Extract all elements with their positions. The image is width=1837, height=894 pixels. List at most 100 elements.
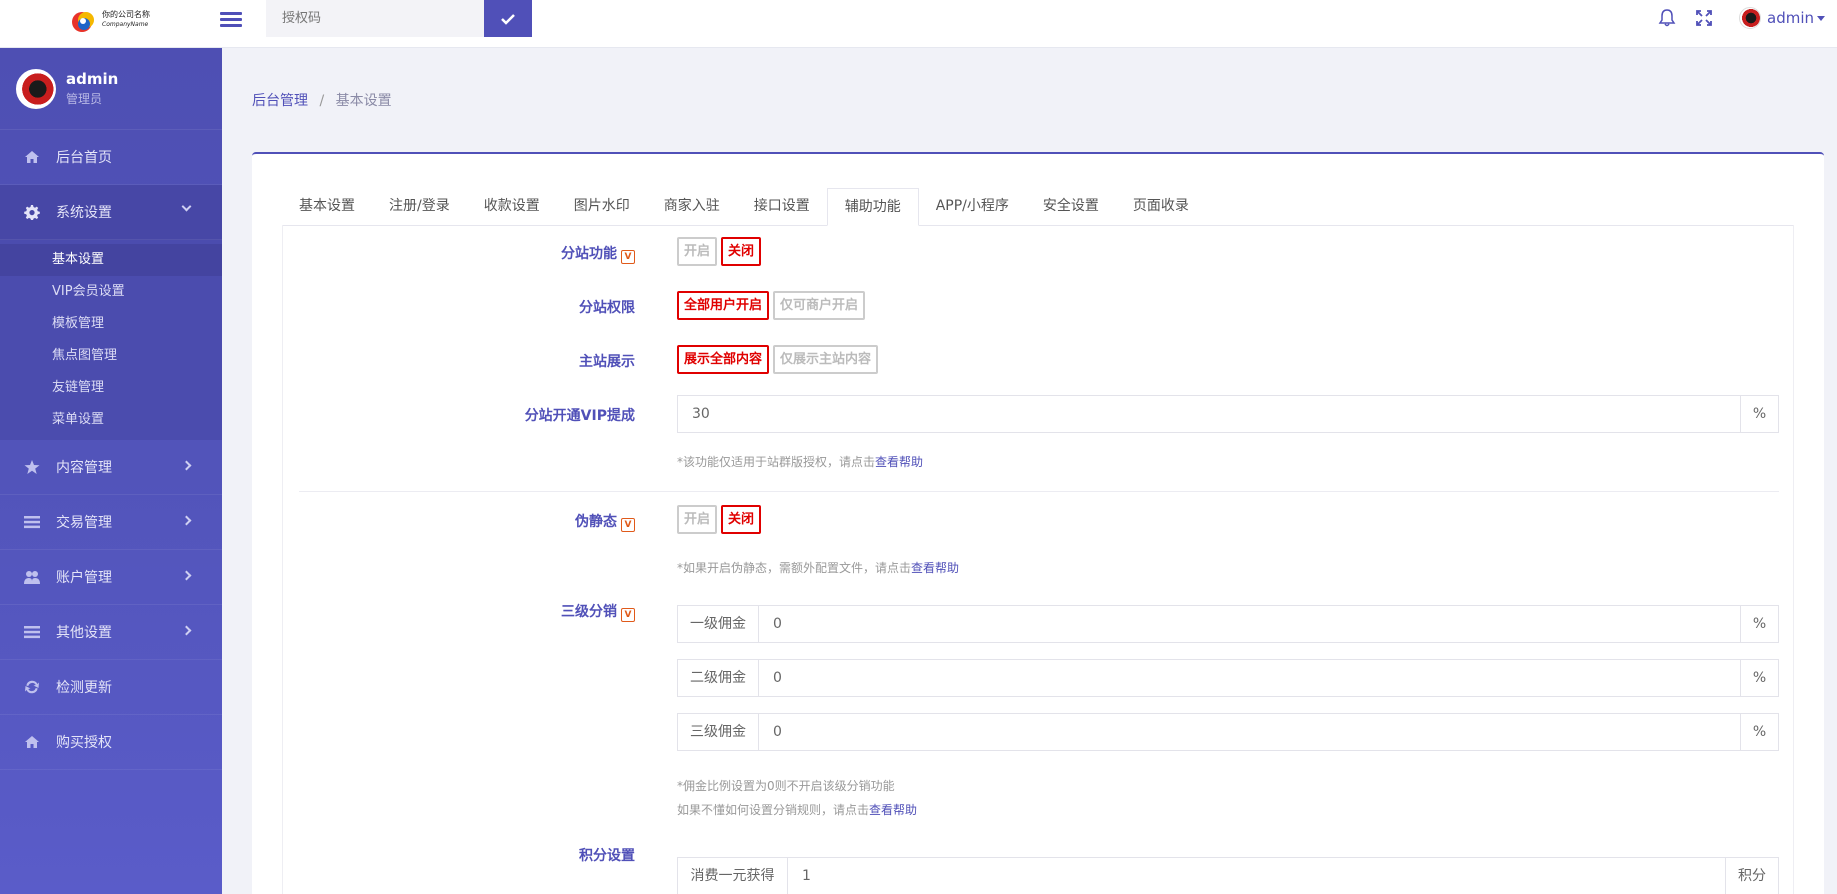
vip-commission-input[interactable]	[678, 396, 1740, 432]
help-link[interactable]: 查看帮助	[869, 803, 917, 817]
auth-code-input[interactable]	[266, 0, 484, 37]
help-text: 如果不懂如何设置分销规则，请点击	[677, 803, 870, 817]
sub-permission-toggle: 全部用户开启 仅可商户开启	[677, 291, 866, 320]
level2-commission-input[interactable]	[759, 660, 1740, 696]
pseudo-static-off-option[interactable]: 关闭	[721, 505, 762, 534]
show-main-only-option[interactable]: 仅展示主站内容	[773, 345, 879, 374]
tab-auxiliary[interactable]: 辅助功能	[826, 188, 919, 226]
star-icon	[24, 460, 40, 474]
points-input[interactable]	[788, 858, 1725, 894]
tab-security[interactable]: 安全设置	[1026, 188, 1116, 226]
list-icon	[24, 516, 40, 529]
gear-icon	[24, 205, 40, 220]
tab-watermark[interactable]: 图片水印	[557, 188, 647, 226]
sidebar-item-buy-license[interactable]: 购买授权	[0, 715, 222, 770]
submenu-item-friend-links[interactable]: 友链管理	[0, 372, 222, 404]
divider	[299, 491, 1779, 492]
sidebar-item-other-settings[interactable]: 其他设置	[0, 605, 222, 660]
sidebar-item-label: 检测更新	[56, 680, 112, 696]
help-link[interactable]: 查看帮助	[875, 455, 923, 469]
substation-toggle: 开启 关闭	[677, 237, 762, 266]
auxiliary-panel: 分站功能 V 开启 关闭 分站权限 全部用户开启 仅可商户开启 主站展示 展示全部…	[282, 225, 1794, 894]
help-text: *如果开启伪静态，需额外配置文件，请点击	[677, 561, 912, 575]
breadcrumb-current: 基本设置	[335, 93, 392, 109]
fullscreen-icon[interactable]	[1695, 9, 1713, 27]
refresh-icon	[25, 680, 39, 694]
distribution-label-text: 三级分销	[561, 604, 617, 620]
sidebar-item-system-settings[interactable]: 系统设置	[0, 185, 222, 240]
sidebar-user-name: admin	[66, 70, 119, 88]
help-text: *该功能仅适用于站群版授权，请点击	[677, 455, 876, 469]
pseudo-static-help: *如果开启伪静态，需额外配置文件，请点击查看帮助	[677, 559, 959, 576]
tab-app[interactable]: APP/小程序	[919, 188, 1026, 226]
sub-permission-label: 分站权限	[579, 300, 635, 316]
level3-commission-field: 三级佣金 %	[677, 713, 1779, 751]
chevron-right-icon	[181, 460, 192, 471]
show-all-content-option[interactable]: 展示全部内容	[677, 345, 770, 374]
level2-commission-field: 二级佣金 %	[677, 659, 1779, 697]
company-logo[interactable]: 你的公司名称 CompanyName	[70, 4, 160, 36]
settings-tabs: 基本设置 注册/登录 收款设置 图片水印 商家入驻 接口设置 辅助功能 APP/…	[282, 188, 1794, 226]
vip-badge-icon: V	[621, 250, 635, 264]
avatar	[1739, 7, 1761, 29]
percent-suffix: %	[1740, 396, 1778, 432]
sidebar-item-label: 交易管理	[56, 515, 112, 531]
logo-icon	[72, 12, 94, 32]
pseudo-static-toggle: 开启 关闭	[677, 505, 762, 534]
substation-off-option[interactable]: 关闭	[721, 237, 762, 266]
system-settings-submenu: 基本设置 VIP会员设置 模板管理 焦点图管理 友链管理 菜单设置	[0, 240, 222, 440]
chevron-right-icon	[181, 515, 192, 526]
logo-line1: 你的公司名称	[102, 10, 150, 19]
help-link[interactable]: 查看帮助	[911, 561, 959, 575]
submenu-item-template[interactable]: 模板管理	[0, 308, 222, 340]
all-users-option[interactable]: 全部用户开启	[677, 291, 770, 320]
main-display-label: 主站展示	[579, 354, 635, 370]
percent-suffix: %	[1740, 660, 1778, 696]
sidebar-item-label: 后台首页	[56, 150, 112, 166]
bell-icon[interactable]	[1657, 8, 1677, 28]
merchants-only-option[interactable]: 仅可商户开启	[773, 291, 866, 320]
sidebar-item-label: 购买授权	[56, 735, 112, 751]
points-field: 消费一元获得 积分	[677, 857, 1779, 894]
sidebar-item-content[interactable]: 内容管理	[0, 440, 222, 495]
tab-api[interactable]: 接口设置	[737, 188, 827, 226]
sidebar: admin 管理员 后台首页 系统设置 基本设置 VIP会员设置 模板管理 焦点…	[0, 48, 222, 894]
auth-submit-button[interactable]	[484, 0, 532, 37]
level3-commission-input[interactable]	[759, 714, 1740, 750]
chevron-right-icon	[181, 625, 192, 636]
level3-commission-prefix: 三级佣金	[678, 714, 759, 750]
chevron-down-icon	[1817, 15, 1825, 21]
sidebar-item-label: 内容管理	[56, 460, 112, 476]
sidebar-item-home[interactable]: 后台首页	[0, 130, 222, 185]
level2-commission-prefix: 二级佣金	[678, 660, 759, 696]
sidebar-item-trade[interactable]: 交易管理	[0, 495, 222, 550]
pseudo-static-label: 伪静态 V	[283, 511, 635, 532]
pseudo-static-on-option[interactable]: 开启	[677, 505, 718, 534]
menu-toggle-icon[interactable]	[220, 9, 242, 29]
avatar	[16, 68, 56, 109]
home-icon	[25, 151, 39, 163]
logo-line2: CompanyName	[102, 21, 149, 28]
sidebar-item-label: 系统设置	[56, 205, 112, 221]
chevron-right-icon	[181, 570, 192, 581]
tab-basic[interactable]: 基本设置	[282, 188, 372, 226]
tab-merchant[interactable]: 商家入驻	[647, 188, 737, 226]
users-icon	[24, 571, 40, 584]
sidebar-item-check-update[interactable]: 检测更新	[0, 660, 222, 715]
vip-commission-field: %	[677, 395, 1779, 433]
substation-on-option[interactable]: 开启	[677, 237, 718, 266]
level1-commission-input[interactable]	[759, 606, 1740, 642]
sidebar-item-account[interactable]: 账户管理	[0, 550, 222, 605]
submenu-item-menu[interactable]: 菜单设置	[0, 404, 222, 436]
user-menu[interactable]: admin	[1739, 7, 1825, 29]
breadcrumb-root[interactable]: 后台管理	[252, 93, 308, 109]
tab-indexing[interactable]: 页面收录	[1116, 188, 1206, 226]
submenu-item-focus-image[interactable]: 焦点图管理	[0, 340, 222, 372]
tab-payment[interactable]: 收款设置	[467, 188, 557, 226]
level1-commission-field: 一级佣金 %	[677, 605, 1779, 643]
points-suffix: 积分	[1725, 858, 1778, 894]
submenu-item-vip[interactable]: VIP会员设置	[0, 276, 222, 308]
submenu-item-basic[interactable]: 基本设置	[0, 244, 222, 276]
distribution-label: 三级分销 V	[283, 601, 635, 622]
tab-register-login[interactable]: 注册/登录	[372, 188, 467, 226]
